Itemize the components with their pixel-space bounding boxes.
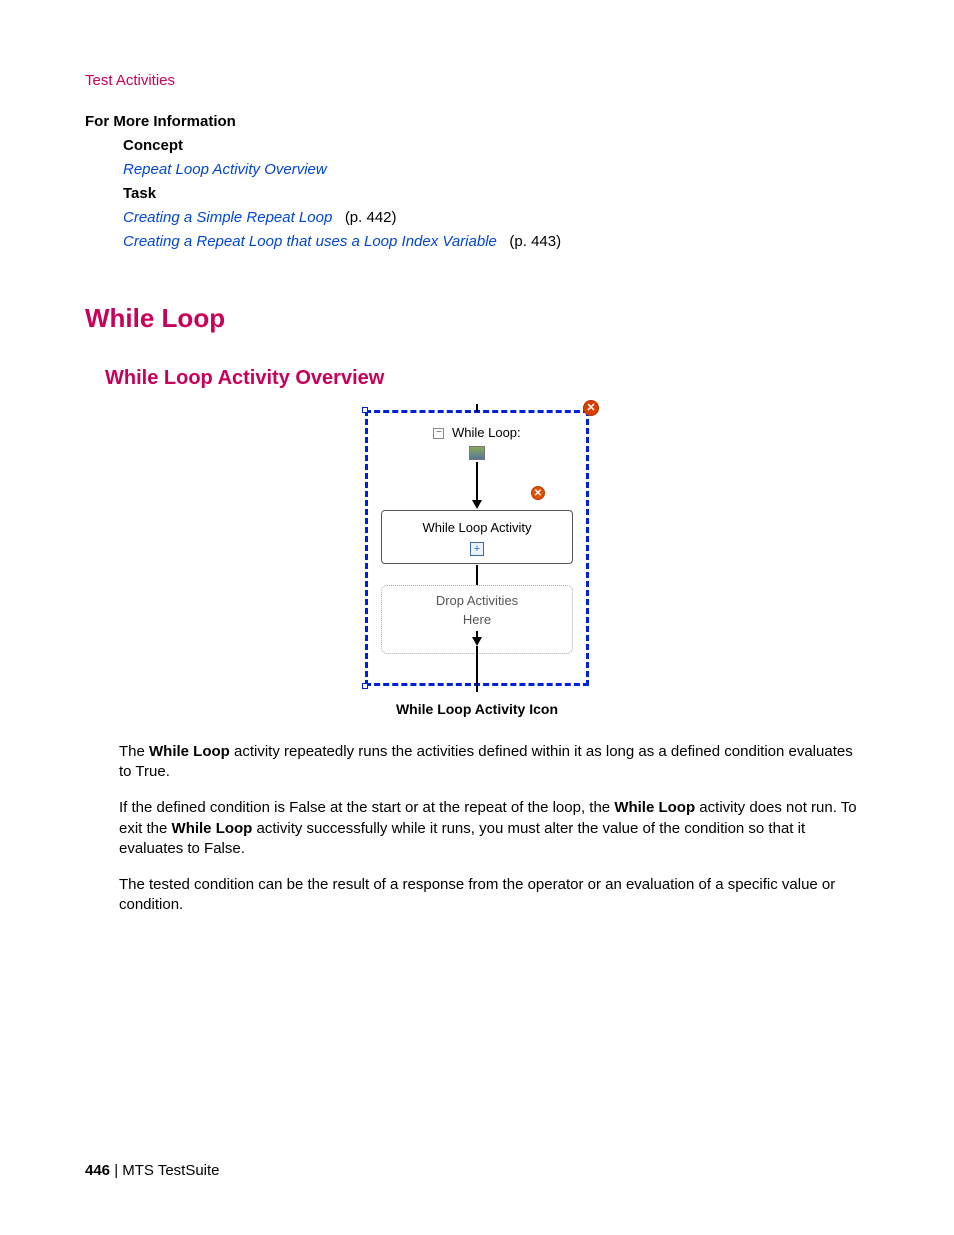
drop-text-2: Here bbox=[386, 611, 568, 629]
flow-line-2 bbox=[476, 565, 478, 585]
close-icon[interactable]: ✕ bbox=[583, 400, 599, 416]
diagram-title: − While Loop: bbox=[365, 424, 589, 442]
activity-type-icon bbox=[469, 446, 485, 460]
task-link-0[interactable]: Creating a Simple Repeat Loop (p. 442) bbox=[123, 207, 869, 228]
drop-zone[interactable]: Drop Activities Here bbox=[381, 585, 573, 653]
paragraph-1: The While Loop activity repeatedly runs … bbox=[85, 742, 869, 783]
drop-text-1: Drop Activities bbox=[386, 592, 568, 610]
paragraph-3: The tested condition can be the result o… bbox=[85, 875, 869, 916]
expand-icon[interactable]: + bbox=[470, 542, 484, 556]
while-loop-diagram: ✕ − While Loop: ✕ While Loop Activity + … bbox=[365, 410, 589, 686]
page-footer: 446 | MTS TestSuite bbox=[85, 1160, 220, 1181]
breadcrumb-link[interactable]: Test Activities bbox=[85, 70, 869, 91]
product-name: MTS TestSuite bbox=[122, 1162, 219, 1179]
fmi-heading: For More Information bbox=[85, 111, 869, 132]
task-link-1-page: (p. 443) bbox=[501, 233, 561, 250]
bottom-connector bbox=[476, 684, 478, 692]
heading-overview: While Loop Activity Overview bbox=[85, 364, 869, 392]
paragraph-2: If the defined condition is False at the… bbox=[85, 798, 869, 859]
task-link-1[interactable]: Creating a Repeat Loop that uses a Loop … bbox=[123, 231, 869, 252]
resize-handle-tl[interactable] bbox=[362, 407, 368, 413]
activity-label: While Loop Activity bbox=[386, 519, 568, 537]
resize-handle-bl[interactable] bbox=[362, 683, 368, 689]
arrowhead-2 bbox=[472, 637, 482, 646]
task-link-0-text: Creating a Simple Repeat Loop bbox=[123, 209, 332, 226]
task-link-1-text: Creating a Repeat Loop that uses a Loop … bbox=[123, 233, 497, 250]
concept-link[interactable]: Repeat Loop Activity Overview bbox=[123, 159, 869, 180]
flow-line-1 bbox=[476, 462, 478, 502]
heading-while-loop: While Loop bbox=[85, 300, 869, 336]
task-label: Task bbox=[123, 183, 869, 204]
page-number: 446 bbox=[85, 1162, 110, 1179]
concept-label: Concept bbox=[123, 135, 869, 156]
arrowhead-1 bbox=[472, 500, 482, 509]
diagram-title-text: While Loop: bbox=[452, 425, 521, 440]
flow-line-4 bbox=[476, 646, 478, 684]
figure-caption: While Loop Activity Icon bbox=[85, 700, 869, 720]
activity-box[interactable]: While Loop Activity + bbox=[381, 510, 573, 563]
task-link-0-page: (p. 442) bbox=[336, 209, 396, 226]
collapse-icon[interactable]: − bbox=[433, 428, 444, 439]
diagram-container: ✕ − While Loop: ✕ While Loop Activity + … bbox=[85, 410, 869, 686]
top-connector bbox=[476, 404, 478, 412]
